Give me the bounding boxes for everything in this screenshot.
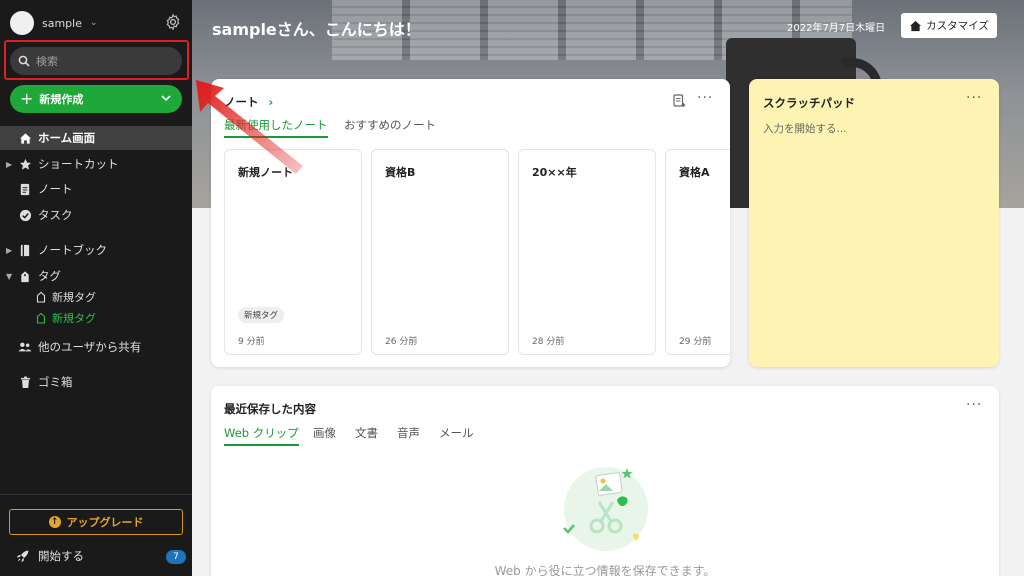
more-options-icon[interactable]: ··· [697, 90, 713, 106]
expand-arrow-icon[interactable]: ▶ [6, 160, 12, 169]
notebook-icon [18, 243, 32, 257]
sidebar-item-label: ショートカット [38, 157, 119, 171]
avatar [10, 11, 34, 35]
collapse-arrow-icon[interactable]: ▼ [6, 272, 12, 281]
notes-widget: ノート › ··· 最新使用したノート おすすめのノート 新規ノート 新規タグ … [211, 79, 730, 367]
account-menu[interactable]: sample ⌄ [10, 10, 98, 36]
tag-outline-icon [36, 312, 46, 324]
plus-icon: + [20, 89, 34, 108]
sidebar-item-label: タスク [38, 208, 73, 222]
sidebar-tag-label: 新規タグ [52, 312, 96, 325]
home-icon [18, 131, 32, 145]
note-time: 28 分前 [532, 337, 565, 347]
note-title: 資格A [679, 166, 710, 179]
notes-widget-title[interactable]: ノート › [224, 94, 273, 110]
new-note-label: 新規作成 [39, 93, 84, 106]
note-icon [18, 182, 32, 196]
search-icon [18, 55, 30, 67]
home-icon [910, 20, 922, 31]
tab-images[interactable]: 画像 [313, 425, 336, 444]
note-tag[interactable]: 新規タグ [238, 307, 285, 323]
chevron-right-icon[interactable]: › [269, 95, 274, 109]
sidebar-tag-item[interactable]: 新規タグ [36, 308, 96, 328]
divider [0, 494, 192, 495]
tab-audio[interactable]: 音声 [397, 425, 420, 444]
gear-icon[interactable] [164, 13, 182, 31]
search-input[interactable] [36, 54, 166, 68]
users-icon [18, 340, 32, 354]
tab-recommended-notes[interactable]: おすすめのノート [344, 117, 436, 136]
star-icon [18, 157, 32, 171]
upgrade-icon: ↑ [48, 516, 61, 528]
more-options-icon[interactable]: ··· [966, 90, 982, 106]
note-time: 26 分前 [385, 337, 418, 347]
note-card[interactable]: 資格B 26 分前 [371, 149, 509, 355]
web-clip-illustration [563, 467, 648, 551]
customize-label: カスタマイズ [926, 20, 989, 32]
sidebar-item-label: 他のユーザから共有 [38, 340, 142, 354]
chevron-down-icon: ⌄ [90, 18, 98, 28]
sidebar-tag-item[interactable]: 新規タグ [36, 287, 96, 307]
note-title: 20××年 [532, 166, 577, 179]
tab-web-clip[interactable]: Web クリップ [224, 425, 299, 446]
sidebar: sample ⌄ + 新規作成 ホーム画面 ▶ ショートカット [0, 0, 192, 576]
greeting: sampleさん、こんにちは！ [212, 20, 421, 39]
recently-saved-widget: 最近保存した内容 ··· Web クリップ 画像 文書 音声 メール Web か… [211, 386, 999, 576]
sidebar-item-label: タグ [38, 269, 61, 283]
new-note-icon[interactable] [673, 94, 686, 108]
trash-icon [18, 375, 32, 389]
check-circle-icon [18, 208, 32, 222]
sidebar-item-label: ゴミ箱 [38, 375, 73, 389]
recently-saved-title: 最近保存した内容 [224, 402, 316, 416]
tab-documents[interactable]: 文書 [355, 425, 378, 444]
search-box[interactable] [10, 47, 182, 75]
sidebar-item-home[interactable]: ホーム画面 [0, 126, 192, 150]
tab-recent-notes[interactable]: 最新使用したノート [224, 117, 328, 138]
sidebar-item-tasks[interactable]: タスク [0, 203, 192, 227]
sidebar-item-shortcuts[interactable]: ▶ ショートカット [0, 152, 192, 176]
rocket-icon [17, 550, 29, 562]
sidebar-item-notebooks[interactable]: ▶ ノートブック [0, 238, 192, 262]
get-started-label: 開始する [38, 549, 84, 563]
sidebar-item-notes[interactable]: ノート [0, 177, 192, 201]
sidebar-item-trash[interactable]: ゴミ箱 [0, 370, 192, 394]
sidebar-item-tags[interactable]: ▼ タグ [0, 264, 192, 288]
tag-icon [18, 269, 32, 283]
count-badge: 7 [166, 550, 186, 564]
upgrade-label: アップグレード [66, 516, 144, 529]
date-label: 2022年7月7日木曜日 [787, 23, 886, 34]
tab-email[interactable]: メール [439, 425, 474, 444]
empty-state-message: Web から役に立つ情報を保存できます。 [494, 564, 716, 576]
scratch-pad-widget: スクラッチパッド ··· 入力を開始する... [749, 79, 999, 367]
note-card[interactable]: 新規ノート 新規タグ 9 分前 [224, 149, 362, 355]
scratch-pad-title: スクラッチパッド [763, 96, 855, 110]
sidebar-tag-label: 新規タグ [52, 291, 96, 304]
new-note-button[interactable]: + 新規作成 [10, 85, 182, 113]
scratch-pad-input[interactable]: 入力を開始する... [763, 121, 847, 136]
sidebar-item-label: ノートブック [38, 243, 107, 257]
note-card[interactable]: 資格A 29 分前 [665, 149, 730, 355]
sidebar-item-label: ノート [38, 182, 73, 196]
note-title: 資格B [385, 166, 416, 179]
sidebar-item-label: ホーム画面 [38, 131, 96, 145]
note-time: 29 分前 [679, 337, 712, 347]
customize-button[interactable]: カスタマイズ [901, 13, 997, 38]
chevron-down-icon[interactable] [160, 92, 172, 104]
tag-outline-icon [36, 291, 46, 303]
note-title: 新規ノート [238, 166, 293, 179]
upgrade-button[interactable]: ↑ アップグレード [9, 509, 183, 535]
more-options-icon[interactable]: ··· [966, 397, 982, 413]
expand-arrow-icon[interactable]: ▶ [6, 246, 12, 255]
note-card[interactable]: 20××年 28 分前 [518, 149, 656, 355]
note-time: 9 分前 [238, 337, 265, 347]
account-name: sample [42, 16, 82, 30]
get-started-item[interactable]: 開始する [16, 548, 84, 564]
sidebar-item-shared[interactable]: 他のユーザから共有 [0, 335, 192, 359]
